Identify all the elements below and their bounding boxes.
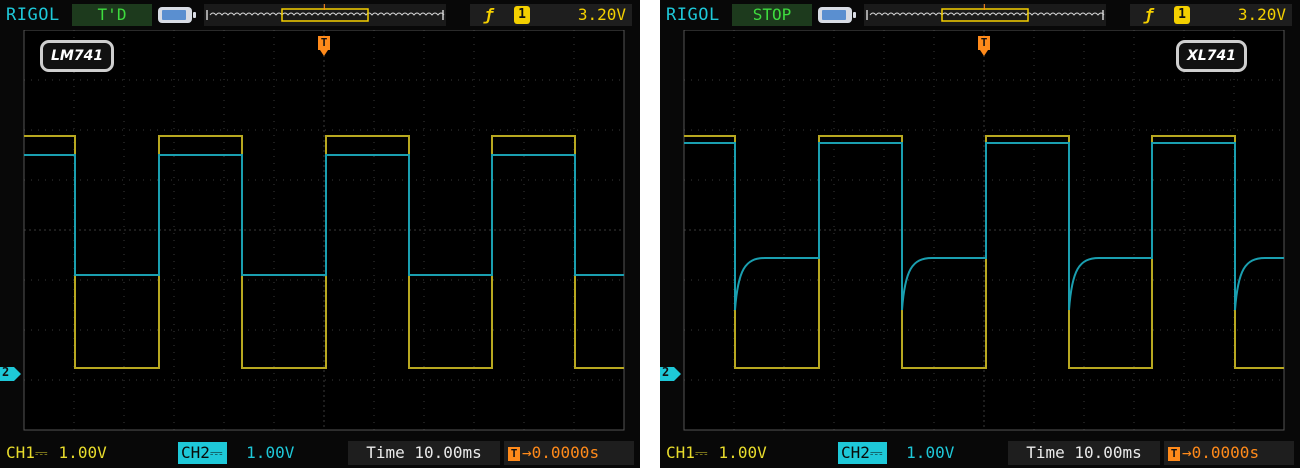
ch2-scale[interactable]: CH2⎓ 1.00V [178, 441, 294, 465]
memory-trigger-mark: T [981, 4, 988, 13]
horizontal-offset[interactable]: T →0.0000s [504, 441, 634, 465]
trigger-source-badge: 1 [1174, 6, 1190, 24]
ch2-scale-value: 1.00V [906, 443, 955, 462]
brand-label: RIGOL [666, 5, 720, 25]
ch2-scale-value: 1.00V [246, 443, 295, 462]
bottom-status-bar: CH1⎓ 1.00V CH2⎓ 1.00V Time 10.00ms T →0.0… [660, 438, 1300, 468]
dc-coupling-icon: ⎓ [34, 443, 48, 462]
trigger-source-badge: 1 [514, 6, 530, 24]
trigger-settings-panel[interactable]: ƒ 1 3.20V [470, 4, 632, 26]
ch1-label: CH1 [6, 443, 35, 462]
ch2-label: CH2 [841, 443, 870, 462]
trigger-level: 3.20V [1237, 5, 1286, 24]
memory-position-bar[interactable]: T [204, 4, 446, 26]
offset-value: 0.0000s [1191, 443, 1260, 462]
ch2-label: CH2 [181, 443, 210, 462]
trigger-position-marker-icon[interactable]: T [978, 34, 990, 58]
timebase-readout[interactable]: Time 10.00ms [1008, 441, 1160, 465]
chip-label: XL741 [1176, 40, 1247, 72]
top-status-bar: RIGOL T'D T ƒ 1 3.20V [0, 0, 640, 30]
ch2-ground-marker-icon[interactable]: 2 [0, 365, 22, 381]
chip-label: LM741 [40, 40, 115, 72]
battery-icon [158, 7, 196, 23]
trigger-settings-panel[interactable]: ƒ 1 3.20V [1130, 4, 1292, 26]
dc-coupling-icon: ⎓ [869, 443, 883, 462]
dc-coupling-icon: ⎓ [209, 443, 223, 462]
rising-edge-icon: ƒ [484, 5, 494, 24]
ch1-label: CH1 [666, 443, 695, 462]
ch1-scale-value: 1.00V [718, 443, 767, 462]
scope-screen-lm741: RIGOL T'D T ƒ 1 3.20V T LM741 2 CH1⎓ 1.0… [0, 0, 640, 468]
ch1-scale[interactable]: CH1⎓ 1.00V [666, 441, 767, 465]
brand-label: RIGOL [6, 5, 60, 25]
ch1-scale[interactable]: CH1⎓ 1.00V [6, 441, 107, 465]
rising-edge-icon: ƒ [1144, 5, 1154, 24]
trigger-icon: T [508, 447, 520, 461]
ch2-ground-marker-icon[interactable]: 2 [660, 365, 682, 381]
trigger-position-marker-icon[interactable]: T [318, 34, 330, 58]
ch2-scale[interactable]: CH2⎓ 1.00V [838, 441, 954, 465]
trigger-level: 3.20V [577, 5, 626, 24]
memory-trigger-mark: T [321, 4, 328, 13]
memory-position-bar[interactable]: T [864, 4, 1106, 26]
top-status-bar: RIGOL STOP T ƒ 1 3.20V [660, 0, 1300, 30]
scope-screen-xl741: RIGOL STOP T ƒ 1 3.20V T XL741 2 CH1⎓ 1.… [660, 0, 1300, 468]
dc-coupling-icon: ⎓ [694, 443, 708, 462]
horizontal-offset[interactable]: T →0.0000s [1164, 441, 1294, 465]
run-status-badge[interactable]: T'D [72, 4, 152, 26]
offset-value: 0.0000s [531, 443, 600, 462]
run-status-badge[interactable]: STOP [732, 4, 812, 26]
waveform-grid [23, 30, 625, 431]
trigger-icon: T [1168, 447, 1180, 461]
waveform-grid [683, 30, 1285, 431]
bottom-status-bar: CH1⎓ 1.00V CH2⎓ 1.00V Time 10.00ms T →0.0… [0, 438, 640, 468]
ch1-scale-value: 1.00V [58, 443, 107, 462]
timebase-readout[interactable]: Time 10.00ms [348, 441, 500, 465]
battery-icon [818, 7, 856, 23]
